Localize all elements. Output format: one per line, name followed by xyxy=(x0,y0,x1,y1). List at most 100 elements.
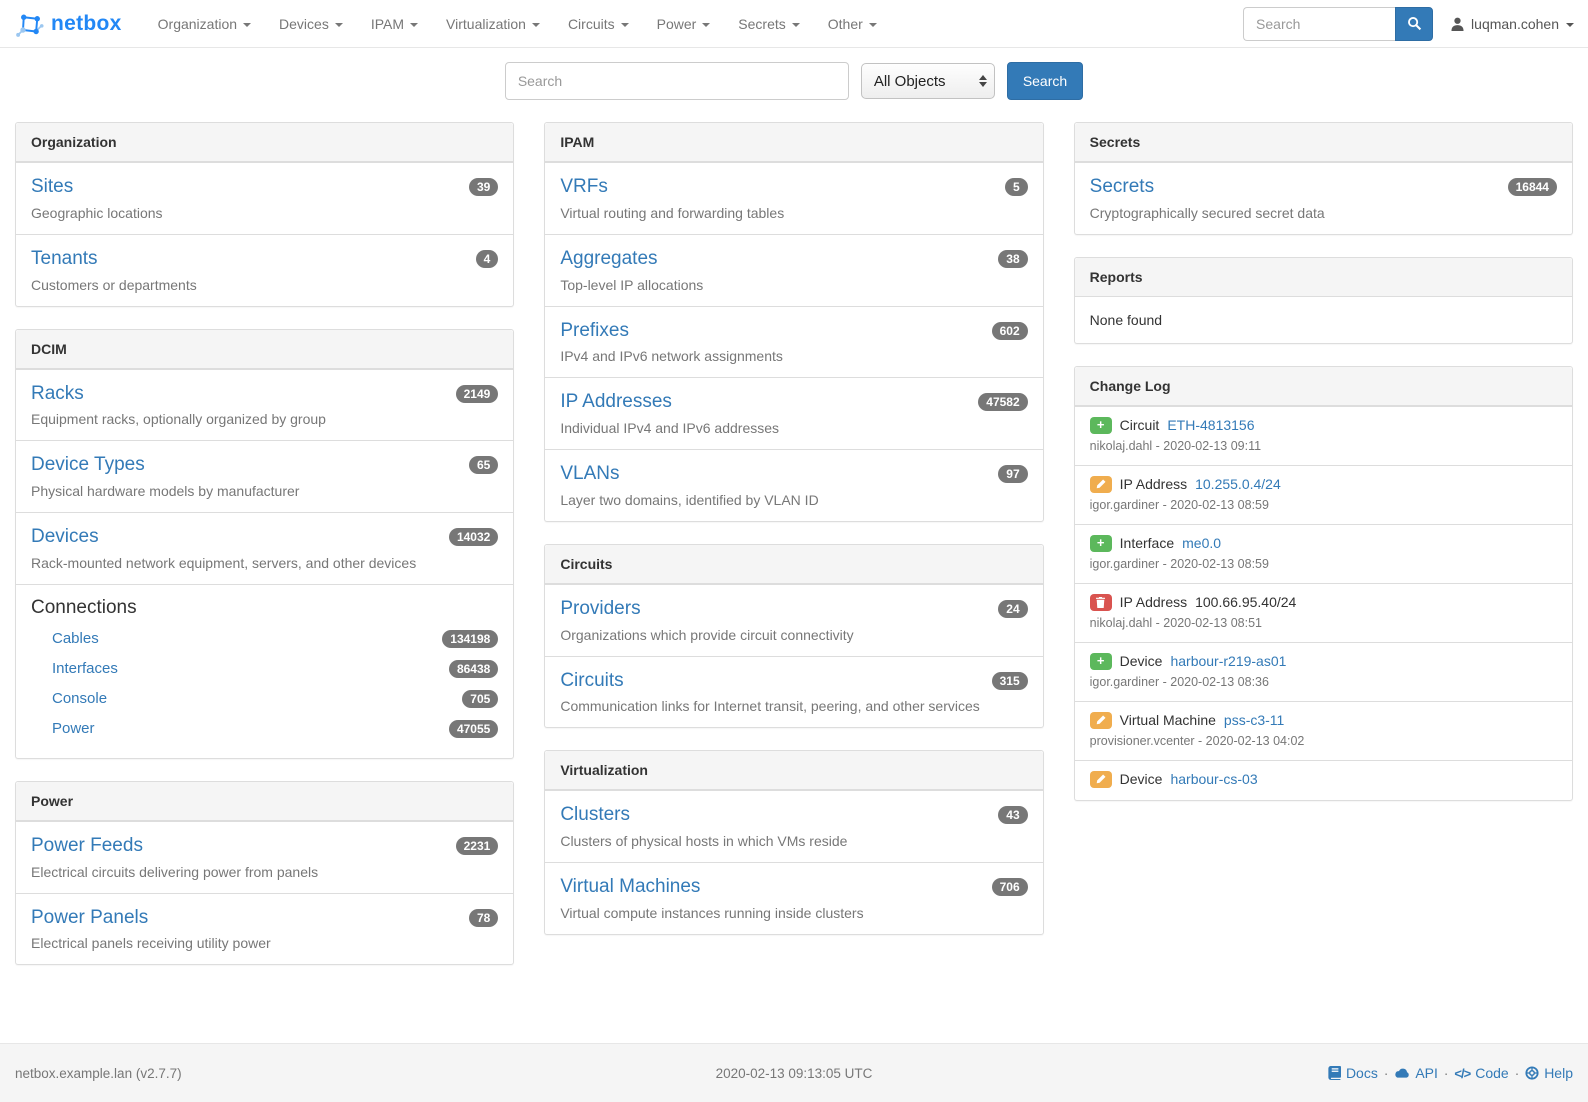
nav-menu-ipam[interactable]: IPAM xyxy=(357,0,432,48)
count-badge: 97 xyxy=(998,465,1027,483)
chevron-down-icon xyxy=(869,23,877,27)
panel-reports: ReportsNone found xyxy=(1074,257,1573,344)
changelog-object-link[interactable]: harbour-r219-as01 xyxy=(1170,653,1286,669)
footer-hostname: netbox.example.lan (v2.7.7) xyxy=(15,1066,534,1081)
user-menu[interactable]: luqman.cohen xyxy=(1451,16,1574,32)
navbar: netbox Organization Devices IPAM Virtualiza… xyxy=(0,0,1588,48)
nav-menu-label: Secrets xyxy=(738,16,785,32)
navbar-search-button[interactable] xyxy=(1395,7,1433,41)
count-badge: 134198 xyxy=(442,630,498,648)
object-link-ip-addresses[interactable]: IP Addresses xyxy=(560,391,672,412)
nav-menu-other[interactable]: Other xyxy=(814,0,891,48)
object-link-console[interactable]: Console xyxy=(52,690,107,707)
count-badge: 47055 xyxy=(449,720,498,738)
nav-menu-virtualization[interactable]: Virtualization xyxy=(432,0,554,48)
search-input[interactable] xyxy=(505,62,849,100)
changelog-entry: +Interfaceme0.0igor.gardiner - 2020-02-1… xyxy=(1075,524,1572,583)
object-row: 39 Sites Geographic locations xyxy=(16,162,513,234)
object-link-prefixes[interactable]: Prefixes xyxy=(560,320,629,341)
navbar-search-input[interactable] xyxy=(1243,7,1395,41)
trash-icon xyxy=(1090,594,1112,611)
changelog-entry: IP Address10.255.0.4/24igor.gardiner - 2… xyxy=(1075,465,1572,524)
object-description: Top-level IP allocations xyxy=(560,277,1027,293)
changelog-object-link[interactable]: ETH-4813156 xyxy=(1167,417,1254,433)
sub-link-row: Cables 134198 xyxy=(52,627,498,657)
changelog-object-type: IP Address xyxy=(1120,594,1187,610)
changelog-meta: igor.gardiner - 2020-02-13 08:36 xyxy=(1090,675,1557,689)
footer-link-api[interactable]: API xyxy=(1394,1065,1438,1081)
object-link-sites[interactable]: Sites xyxy=(31,176,73,197)
count-badge: 43 xyxy=(998,806,1027,824)
footer-link-code[interactable]: </>Code xyxy=(1454,1065,1508,1081)
object-description: Equipment racks, optionally organized by… xyxy=(31,411,498,427)
nav-menu-label: Circuits xyxy=(568,16,615,32)
netbox-brand[interactable]: netbox xyxy=(14,9,122,39)
changelog-object-type: Circuit xyxy=(1120,417,1160,433)
footer: netbox.example.lan (v2.7.7) 2020-02-13 0… xyxy=(0,1043,1588,1102)
nav-menu-devices[interactable]: Devices xyxy=(265,0,357,48)
object-row: 65Device TypesPhysical hardware models b… xyxy=(16,440,513,512)
nav-menu-label: Devices xyxy=(279,16,329,32)
object-row: 5VRFsVirtual routing and forwarding tabl… xyxy=(545,162,1042,234)
object-row: 315CircuitsCommunication links for Inter… xyxy=(545,656,1042,728)
object-link-racks[interactable]: Racks xyxy=(31,383,84,404)
object-link-power-panels[interactable]: Power Panels xyxy=(31,907,148,928)
search-scope-value: All Objects xyxy=(874,73,946,90)
chevron-down-icon xyxy=(335,23,343,27)
object-link-device-types[interactable]: Device Types xyxy=(31,454,145,475)
count-badge: 39 xyxy=(469,178,498,196)
object-link-power-feeds[interactable]: Power Feeds xyxy=(31,835,143,856)
object-link-cables[interactable]: Cables xyxy=(52,630,99,647)
main-menu: Organization Devices IPAM Virtualization Cir… xyxy=(144,0,891,48)
object-description: Virtual compute instances running inside… xyxy=(560,905,1027,921)
chevron-down-icon xyxy=(243,23,251,27)
object-description: Geographic locations xyxy=(31,205,498,221)
count-badge: 2231 xyxy=(456,837,499,855)
object-link-vlans[interactable]: VLANs xyxy=(560,463,619,484)
changelog-object-link[interactable]: pss-c3-11 xyxy=(1224,712,1284,728)
footer-link-docs[interactable]: Docs xyxy=(1328,1065,1378,1081)
object-link-vrfs[interactable]: VRFs xyxy=(560,176,608,197)
panel-secrets: Secrets16844SecretsCryptographically sec… xyxy=(1074,122,1573,235)
object-link-devices[interactable]: Devices xyxy=(31,526,99,547)
changelog-entry: +Deviceharbour-r219-as01igor.gardiner - … xyxy=(1075,642,1572,701)
object-link-virtual-machines[interactable]: Virtual Machines xyxy=(560,876,700,897)
search-scope-select[interactable]: All Objects xyxy=(861,63,995,99)
changelog-object-link[interactable]: me0.0 xyxy=(1182,535,1221,551)
changelog-meta: nikolaj.dahl - 2020-02-13 08:51 xyxy=(1090,616,1557,630)
object-description: Physical hardware models by manufacturer xyxy=(31,483,498,499)
object-link-clusters[interactable]: Clusters xyxy=(560,804,630,825)
search-submit-button[interactable]: Search xyxy=(1007,62,1083,100)
object-link-aggregates[interactable]: Aggregates xyxy=(560,248,657,269)
count-badge: 47582 xyxy=(978,393,1027,411)
nav-menu-label: Power xyxy=(657,16,697,32)
footer-link-help[interactable]: Help xyxy=(1525,1065,1573,1081)
object-description: Communication links for Internet transit… xyxy=(560,698,1027,714)
footer-link-label: API xyxy=(1415,1065,1438,1081)
changelog-object-type: Device xyxy=(1120,771,1163,787)
nav-menu-secrets[interactable]: Secrets xyxy=(724,0,813,48)
object-link-tenants[interactable]: Tenants xyxy=(31,248,98,269)
changelog-object-link[interactable]: harbour-cs-03 xyxy=(1170,771,1257,787)
connection-group: ConnectionsCables134198Interfaces86438Co… xyxy=(16,584,513,758)
panel-title: Change Log xyxy=(1075,367,1572,406)
nav-menu-label: IPAM xyxy=(371,16,404,32)
nav-menu-organization[interactable]: Organization xyxy=(144,0,265,48)
changelog-object-link[interactable]: 10.255.0.4/24 xyxy=(1195,476,1281,492)
changelog-meta: igor.gardiner - 2020-02-13 08:59 xyxy=(1090,498,1557,512)
nav-menu-power[interactable]: Power xyxy=(643,0,725,48)
count-badge: 706 xyxy=(992,878,1028,896)
object-link-power[interactable]: Power xyxy=(52,720,95,737)
count-badge: 78 xyxy=(469,909,498,927)
panel-title: Circuits xyxy=(545,545,1042,584)
object-link-circuits[interactable]: Circuits xyxy=(560,670,623,691)
object-row: 38AggregatesTop-level IP allocations xyxy=(545,234,1042,306)
object-link-secrets[interactable]: Secrets xyxy=(1090,176,1154,197)
nav-menu-circuits[interactable]: Circuits xyxy=(554,0,643,48)
object-row: 14032DevicesRack-mounted network equipme… xyxy=(16,512,513,584)
object-link-providers[interactable]: Providers xyxy=(560,598,640,619)
pencil-icon xyxy=(1090,771,1112,788)
object-row: 43ClustersClusters of physical hosts in … xyxy=(545,790,1042,862)
object-link-interfaces[interactable]: Interfaces xyxy=(52,660,118,677)
object-row: 16844SecretsCryptographically secured se… xyxy=(1075,162,1572,234)
